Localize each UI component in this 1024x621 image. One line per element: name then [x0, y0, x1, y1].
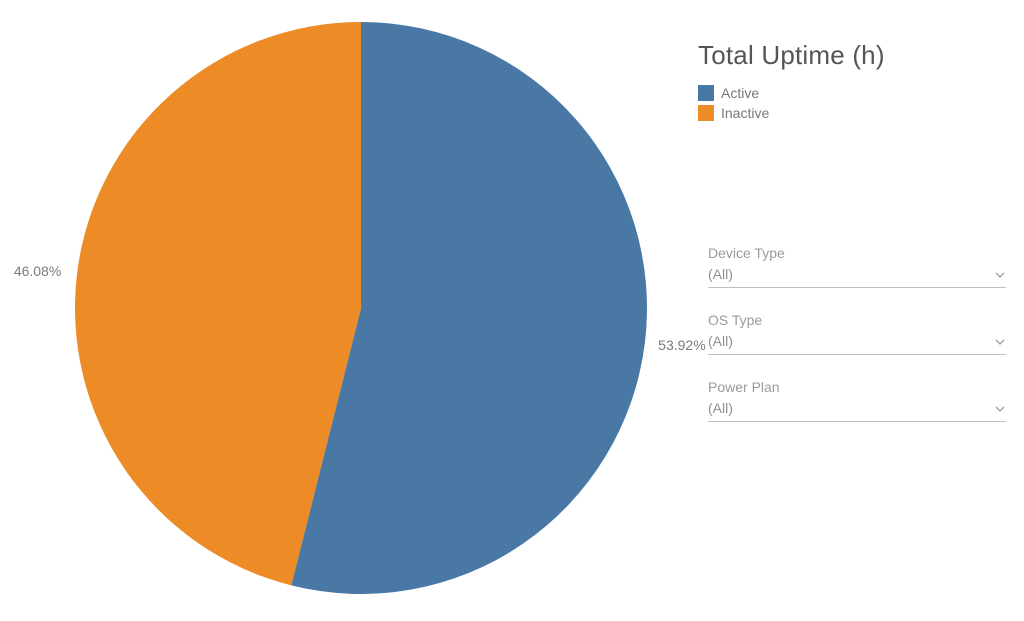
- chart-title: Total Uptime (h): [698, 40, 1006, 71]
- pie-svg: [75, 22, 647, 594]
- legend-swatch-icon: [698, 105, 714, 121]
- pie-slice-label-active: 53.92%: [658, 337, 705, 353]
- filter-select-device-type[interactable]: (All): [708, 263, 1006, 288]
- filter-select-os-type[interactable]: (All): [708, 330, 1006, 355]
- chevron-down-icon: [994, 403, 1006, 415]
- pie-slice-label-inactive: 46.08%: [14, 263, 61, 279]
- filter-value: (All): [708, 400, 733, 416]
- legend: Active Inactive: [698, 85, 1006, 121]
- filter-device-type: Device Type (All): [708, 245, 1006, 288]
- legend-item-active[interactable]: Active: [698, 85, 1006, 101]
- filter-label: OS Type: [708, 312, 1006, 328]
- filter-power-plan: Power Plan (All): [708, 379, 1006, 422]
- filter-value: (All): [708, 333, 733, 349]
- filter-select-power-plan[interactable]: (All): [708, 397, 1006, 422]
- filter-label: Power Plan: [708, 379, 1006, 395]
- pie-chart: 53.92% 46.08%: [0, 0, 680, 621]
- legend-item-inactive[interactable]: Inactive: [698, 105, 1006, 121]
- chevron-down-icon: [994, 269, 1006, 281]
- dashboard-root: 53.92% 46.08% Total Uptime (h) Active In…: [0, 0, 1024, 621]
- side-panel: Total Uptime (h) Active Inactive: [698, 40, 1006, 121]
- legend-label: Inactive: [721, 105, 769, 121]
- filter-panel: Device Type (All) OS Type (All) Power Pl…: [708, 245, 1006, 422]
- filter-value: (All): [708, 266, 733, 282]
- filter-label: Device Type: [708, 245, 1006, 261]
- chevron-down-icon: [994, 336, 1006, 348]
- pie-wrap: [75, 22, 647, 594]
- filter-os-type: OS Type (All): [708, 312, 1006, 355]
- legend-label: Active: [721, 85, 759, 101]
- legend-swatch-icon: [698, 85, 714, 101]
